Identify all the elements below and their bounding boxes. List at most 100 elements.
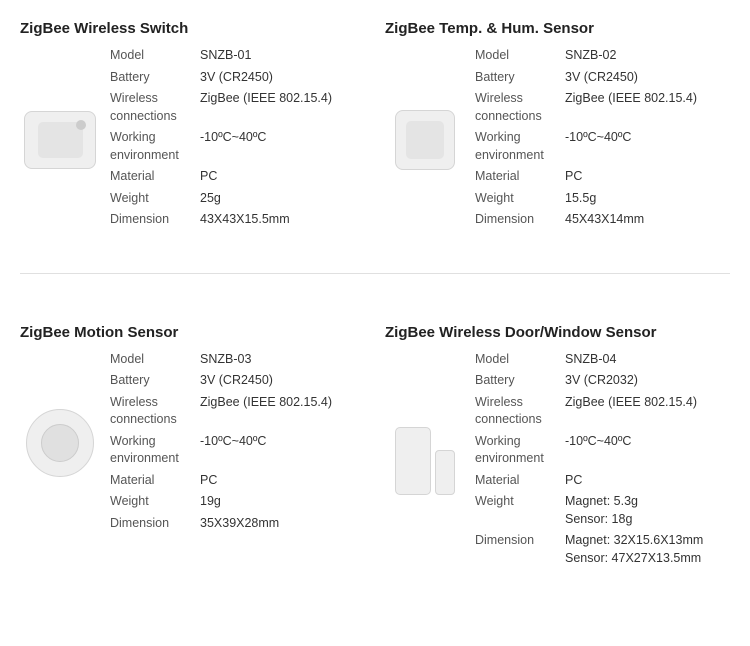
spec-row: Dimension Magnet: 32X15.6X13mm Sensor: 4… <box>475 532 730 567</box>
spec-row: Wireless connections ZigBee (IEEE 802.15… <box>475 394 730 429</box>
spec-row: Battery 3V (CR2450) <box>110 69 365 87</box>
spec-label: Battery <box>475 69 565 87</box>
spec-value: PC <box>200 472 217 490</box>
spec-value: 19g <box>200 493 221 511</box>
spec-label: Working environment <box>110 433 200 468</box>
spec-value: 15.5g <box>565 190 596 208</box>
spec-label: Dimension <box>110 515 200 533</box>
spec-value-dim-sensor: Sensor: 47X27X13.5mm <box>565 550 703 568</box>
spec-value-dim-magnet: Magnet: 32X15.6X13mm <box>565 532 703 550</box>
product-door-sensor: ZigBee Wireless Door/Window Sensor Model… <box>385 324 730 572</box>
spec-row: Model SNZB-02 <box>475 47 730 65</box>
section-divider <box>20 273 730 274</box>
spec-row: Wireless connections ZigBee (IEEE 802.15… <box>110 90 365 125</box>
spec-label: Model <box>475 351 565 369</box>
product-image-motion <box>20 351 100 537</box>
spec-row: Weight 15.5g <box>475 190 730 208</box>
spec-label: Material <box>110 168 200 186</box>
spec-row: Battery 3V (CR2450) <box>475 69 730 87</box>
product-body-temp: Model SNZB-02 Battery 3V (CR2450) Wirele… <box>385 47 730 233</box>
spec-value: 25g <box>200 190 221 208</box>
spec-label: Working environment <box>110 129 200 164</box>
product-specs-temp: Model SNZB-02 Battery 3V (CR2450) Wirele… <box>475 47 730 233</box>
spec-value: SNZB-01 <box>200 47 251 65</box>
spec-label: Wireless connections <box>110 90 200 125</box>
spec-value: 3V (CR2450) <box>200 69 273 87</box>
product-image-temp <box>385 47 465 233</box>
spec-row: Battery 3V (CR2450) <box>110 372 365 390</box>
product-image-door <box>385 351 465 572</box>
spec-value: ZigBee (IEEE 802.15.4) <box>565 394 697 412</box>
spec-row: Weight Magnet: 5.3g Sensor: 18g <box>475 493 730 528</box>
spec-row: Material PC <box>475 168 730 186</box>
spec-label: Battery <box>110 372 200 390</box>
spec-value: SNZB-02 <box>565 47 616 65</box>
spec-row: Weight 25g <box>110 190 365 208</box>
spec-value: ZigBee (IEEE 802.15.4) <box>200 90 332 108</box>
product-body-motion: Model SNZB-03 Battery 3V (CR2450) Wirele… <box>20 351 365 537</box>
spec-label: Dimension <box>110 211 200 229</box>
product-body-door: Model SNZB-04 Battery 3V (CR2032) Wirele… <box>385 351 730 572</box>
spec-label: Battery <box>110 69 200 87</box>
spec-row: Material PC <box>110 168 365 186</box>
spec-value-weight-sensor: Sensor: 18g <box>565 511 638 529</box>
spec-value: -10ºC~40ºC <box>565 433 631 451</box>
spec-row: Dimension 43X43X15.5mm <box>110 211 365 229</box>
spec-value: PC <box>565 168 582 186</box>
spec-value-weight-magnet: Magnet: 5.3g <box>565 493 638 511</box>
spec-label: Wireless connections <box>475 394 565 429</box>
spec-label: Weight <box>475 190 565 208</box>
spec-label: Wireless connections <box>475 90 565 125</box>
spec-row: Material PC <box>475 472 730 490</box>
product-specs-motion: Model SNZB-03 Battery 3V (CR2450) Wirele… <box>110 351 365 537</box>
spec-label: Battery <box>475 372 565 390</box>
spec-row: Dimension 35X39X28mm <box>110 515 365 533</box>
spec-label: Dimension <box>475 211 565 229</box>
spec-label: Model <box>475 47 565 65</box>
spec-label: Weight <box>110 190 200 208</box>
product-motion-sensor: ZigBee Motion Sensor Model SNZB-03 Batte… <box>20 324 365 572</box>
product-switch: ZigBee Wireless Switch Model SNZB-01 Bat… <box>20 20 365 233</box>
spec-value: PC <box>565 472 582 490</box>
spec-value: 35X39X28mm <box>200 515 279 533</box>
spec-value: ZigBee (IEEE 802.15.4) <box>200 394 332 412</box>
spec-label: Material <box>110 472 200 490</box>
product-title-switch: ZigBee Wireless Switch <box>20 20 365 37</box>
spec-value: 3V (CR2032) <box>565 372 638 390</box>
spec-value: PC <box>200 168 217 186</box>
spec-label: Working environment <box>475 129 565 164</box>
spec-label: Material <box>475 472 565 490</box>
spec-label: Working environment <box>475 433 565 468</box>
spec-label: Wireless connections <box>110 394 200 429</box>
spec-row: Working environment -10ºC~40ºC <box>475 433 730 468</box>
spec-row: Material PC <box>110 472 365 490</box>
spec-row: Working environment -10ºC~40ºC <box>110 129 365 164</box>
spec-value: 3V (CR2450) <box>565 69 638 87</box>
spec-value: -10ºC~40ºC <box>200 129 266 147</box>
spec-value: -10ºC~40ºC <box>200 433 266 451</box>
product-title-motion: ZigBee Motion Sensor <box>20 324 365 341</box>
product-specs-switch: Model SNZB-01 Battery 3V (CR2450) Wirele… <box>110 47 365 233</box>
spec-row: Model SNZB-03 <box>110 351 365 369</box>
spec-row: Model SNZB-04 <box>475 351 730 369</box>
spec-row: Working environment -10ºC~40ºC <box>110 433 365 468</box>
spec-row: Model SNZB-01 <box>110 47 365 65</box>
spec-value: -10ºC~40ºC <box>565 129 631 147</box>
products-grid: ZigBee Wireless Switch Model SNZB-01 Bat… <box>20 20 730 571</box>
spec-row: Dimension 45X43X14mm <box>475 211 730 229</box>
spec-value: 45X43X14mm <box>565 211 644 229</box>
spec-row: Weight 19g <box>110 493 365 511</box>
spec-value: SNZB-04 <box>565 351 616 369</box>
spec-label: Material <box>475 168 565 186</box>
spec-label: Model <box>110 47 200 65</box>
product-specs-door: Model SNZB-04 Battery 3V (CR2032) Wirele… <box>475 351 730 572</box>
product-title-door: ZigBee Wireless Door/Window Sensor <box>385 324 730 341</box>
product-body-switch: Model SNZB-01 Battery 3V (CR2450) Wirele… <box>20 47 365 233</box>
spec-label: Weight <box>110 493 200 511</box>
spec-value: 43X43X15.5mm <box>200 211 290 229</box>
spec-row: Wireless connections ZigBee (IEEE 802.15… <box>475 90 730 125</box>
product-image-switch <box>20 47 100 233</box>
spec-label: Dimension <box>475 532 565 550</box>
spec-value: SNZB-03 <box>200 351 251 369</box>
spec-row: Wireless connections ZigBee (IEEE 802.15… <box>110 394 365 429</box>
